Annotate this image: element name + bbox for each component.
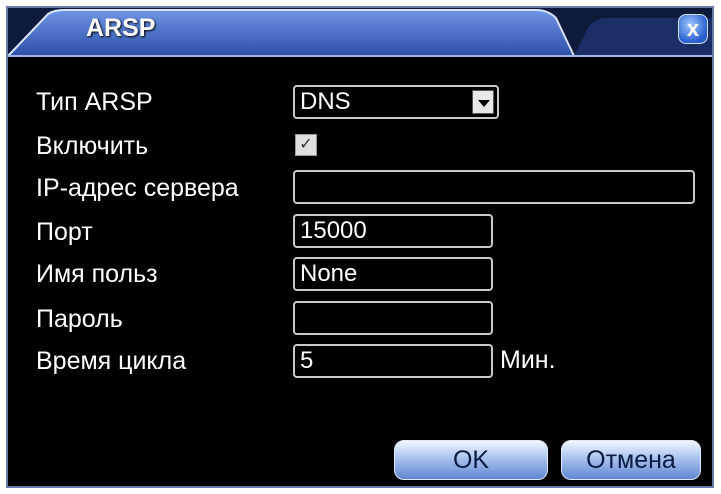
cycle-time-label: Время цикла (36, 347, 187, 375)
ok-button[interactable]: OK (394, 440, 548, 480)
server-address-label: IP-адрес сервера (36, 174, 239, 202)
arsp-type-label: Тип ARSP (36, 88, 153, 116)
chevron-down-icon (472, 90, 494, 114)
arsp-dialog: ARSP x Тип ARSP DNS Включить ✓ IP-адрес … (6, 6, 714, 488)
arsp-type-select[interactable]: DNS (293, 85, 499, 119)
dialog-title: ARSP (86, 14, 156, 42)
port-label: Порт (36, 218, 93, 246)
cycle-time-unit: Мин. (500, 346, 556, 374)
password-label: Пароль (36, 305, 123, 333)
username-value: None (300, 260, 358, 287)
ok-button-label: OK (452, 446, 490, 474)
cycle-time-value: 5 (300, 347, 314, 374)
enable-checkbox[interactable]: ✓ (295, 134, 317, 156)
cancel-button-label: Отмена (586, 446, 676, 474)
username-label: Имя польз (36, 260, 158, 288)
cycle-time-input[interactable]: 5 (293, 344, 493, 378)
port-value: 15000 (300, 217, 367, 244)
username-input[interactable]: None (293, 257, 493, 291)
close-icon: x (686, 16, 700, 41)
enable-label: Включить (36, 132, 149, 160)
close-button[interactable]: x (678, 14, 708, 44)
server-address-input[interactable] (293, 170, 695, 204)
checkmark-icon: ✓ (299, 136, 313, 153)
password-input[interactable] (293, 301, 493, 335)
arsp-type-value: DNS (300, 88, 351, 115)
port-input[interactable]: 15000 (293, 214, 493, 248)
cancel-button[interactable]: Отмена (561, 440, 701, 480)
title-bar: ARSP x (8, 8, 712, 64)
